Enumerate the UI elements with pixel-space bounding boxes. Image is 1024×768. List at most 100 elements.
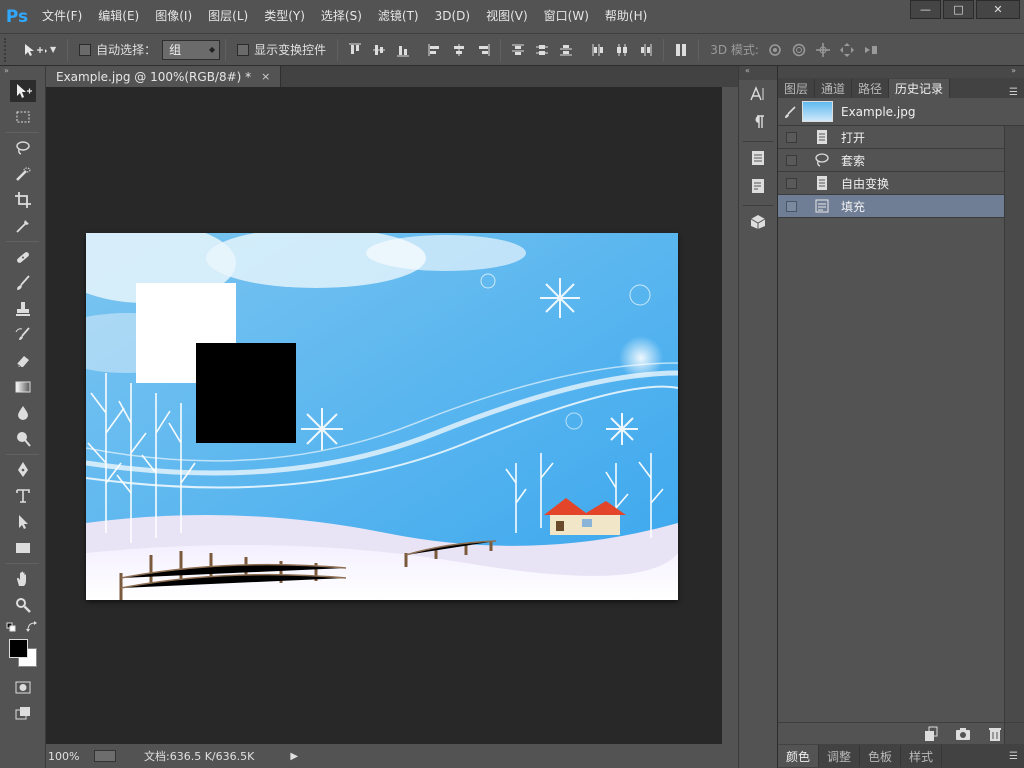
- status-preview-icon[interactable]: [94, 750, 116, 762]
- 3d-scale-icon[interactable]: [863, 42, 879, 58]
- menu-help[interactable]: 帮助(H): [597, 0, 655, 33]
- align-vcenter-icon[interactable]: [371, 42, 387, 58]
- document-image[interactable]: [86, 233, 678, 600]
- marquee-tool[interactable]: [0, 104, 46, 130]
- paragraph-panel-button[interactable]: [739, 108, 777, 136]
- menu-layer[interactable]: 图层(L): [200, 0, 256, 33]
- history-source-checkbox[interactable]: [786, 154, 797, 166]
- menu-edit[interactable]: 编辑(E): [90, 0, 147, 33]
- tab-paths[interactable]: 路径: [852, 79, 890, 98]
- zoom-tool[interactable]: [0, 592, 46, 618]
- align-right-icon[interactable]: [475, 42, 491, 58]
- menu-type[interactable]: 类型(Y): [256, 0, 313, 33]
- history-snapshot[interactable]: Example.jpg: [778, 98, 1024, 126]
- history-step-fill[interactable]: 填充: [778, 195, 1024, 218]
- tab-layers[interactable]: 图层: [778, 79, 816, 98]
- history-scrollbar[interactable]: [1004, 126, 1024, 768]
- distribute-right-icon[interactable]: [638, 42, 654, 58]
- auto-select-dropdown[interactable]: 组 ◆: [162, 39, 221, 60]
- gradient-tool[interactable]: [0, 374, 46, 400]
- distribute-hcenter-icon[interactable]: [614, 42, 630, 58]
- history-step-lasso[interactable]: 套索: [778, 149, 1024, 172]
- tab-history[interactable]: 历史记录: [889, 79, 951, 98]
- align-top-icon[interactable]: [347, 42, 363, 58]
- tab-styles[interactable]: 样式: [901, 745, 943, 767]
- maximize-button[interactable]: □: [943, 0, 974, 19]
- history-source-checkbox[interactable]: [786, 177, 797, 189]
- menu-select[interactable]: 选择(S): [313, 0, 370, 33]
- status-menu-arrow-icon[interactable]: ▶: [290, 751, 298, 762]
- stamp-tool[interactable]: [0, 296, 46, 322]
- 3d-pan-icon[interactable]: [815, 42, 831, 58]
- notes-panel-button[interactable]: [739, 172, 777, 200]
- menu-view[interactable]: 视图(V): [478, 0, 536, 33]
- collapse-arrows-icon[interactable]: »: [778, 66, 1024, 78]
- tab-channels[interactable]: 通道: [815, 79, 853, 98]
- foreground-color-swatch[interactable]: [9, 639, 28, 658]
- camera-icon[interactable]: [954, 726, 972, 742]
- new-document-from-state-icon[interactable]: [922, 726, 940, 742]
- history-source-checkbox[interactable]: [786, 200, 797, 212]
- blur-tool[interactable]: [0, 400, 46, 426]
- vertical-scrollbar[interactable]: [722, 87, 738, 744]
- default-colors-icon[interactable]: [6, 622, 18, 634]
- panel-menu-icon[interactable]: ☰: [1009, 87, 1024, 98]
- auto-select-toggle[interactable]: 自动选择：: [73, 41, 162, 58]
- menu-3d[interactable]: 3D(D): [427, 0, 478, 33]
- menu-file[interactable]: 文件(F): [34, 0, 90, 33]
- shape-tool[interactable]: [0, 535, 46, 561]
- healing-tool[interactable]: [0, 244, 46, 270]
- show-transform-checkbox[interactable]: [237, 43, 250, 56]
- quick-mask-tool[interactable]: [0, 674, 46, 700]
- menu-filter[interactable]: 滤镜(T): [370, 0, 427, 33]
- menu-image[interactable]: 图像(I): [147, 0, 200, 33]
- screen-mode-tool[interactable]: [0, 700, 46, 726]
- distribute-left-icon[interactable]: [590, 42, 606, 58]
- 3d-rotate-icon[interactable]: [767, 42, 783, 58]
- history-source-brush-icon[interactable]: [778, 105, 802, 119]
- collapse-arrows-icon[interactable]: «: [739, 66, 777, 80]
- pen-tool[interactable]: [0, 457, 46, 483]
- crop-tool[interactable]: [0, 187, 46, 213]
- eraser-tool[interactable]: [0, 348, 46, 374]
- dodge-tool[interactable]: [0, 426, 46, 452]
- history-source-checkbox[interactable]: [786, 131, 797, 143]
- auto-select-checkbox[interactable]: [79, 43, 92, 56]
- zoom-level[interactable]: 100%: [46, 750, 92, 763]
- options-grip[interactable]: [4, 37, 12, 62]
- align-bottom-icon[interactable]: [395, 42, 411, 58]
- eyedropper-tool[interactable]: [0, 213, 46, 239]
- tab-swatches[interactable]: 色板: [860, 745, 902, 767]
- history-panel-button[interactable]: [739, 144, 777, 172]
- move-tool[interactable]: [0, 78, 46, 104]
- distribute-top-icon[interactable]: [510, 42, 526, 58]
- 3d-roll-icon[interactable]: [791, 42, 807, 58]
- show-transform-toggle[interactable]: 显示变换控件: [231, 41, 332, 58]
- document-tab[interactable]: Example.jpg @ 100%(RGB/8#) * ×: [46, 66, 282, 87]
- swap-colors-icon[interactable]: [26, 621, 38, 633]
- history-brush-tool[interactable]: [0, 322, 46, 348]
- type-tool[interactable]: [0, 483, 46, 509]
- 3d-slide-icon[interactable]: [839, 42, 855, 58]
- menu-window[interactable]: 窗口(W): [536, 0, 597, 33]
- minimize-button[interactable]: —: [910, 0, 941, 19]
- quick-select-tool[interactable]: [0, 161, 46, 187]
- collapse-arrows-icon[interactable]: »: [0, 66, 45, 78]
- tab-adjustments[interactable]: 调整: [819, 745, 861, 767]
- auto-align-icon[interactable]: [673, 42, 689, 58]
- lasso-tool[interactable]: [0, 135, 46, 161]
- history-step-open[interactable]: 打开: [778, 126, 1024, 149]
- panel-menu-icon[interactable]: ☰: [1009, 751, 1024, 762]
- tool-preset-picker[interactable]: ▼: [16, 42, 62, 58]
- history-step-free-transform[interactable]: 自由变换: [778, 172, 1024, 195]
- distribute-vcenter-icon[interactable]: [534, 42, 550, 58]
- align-left-icon[interactable]: [427, 42, 443, 58]
- hand-tool[interactable]: [0, 566, 46, 592]
- brush-tool[interactable]: [0, 270, 46, 296]
- trash-icon[interactable]: [986, 726, 1004, 742]
- close-button[interactable]: ✕: [976, 0, 1020, 19]
- distribute-bottom-icon[interactable]: [558, 42, 574, 58]
- align-hcenter-icon[interactable]: [451, 42, 467, 58]
- tab-color[interactable]: 颜色: [778, 745, 820, 767]
- tab-close-icon[interactable]: ×: [261, 70, 270, 83]
